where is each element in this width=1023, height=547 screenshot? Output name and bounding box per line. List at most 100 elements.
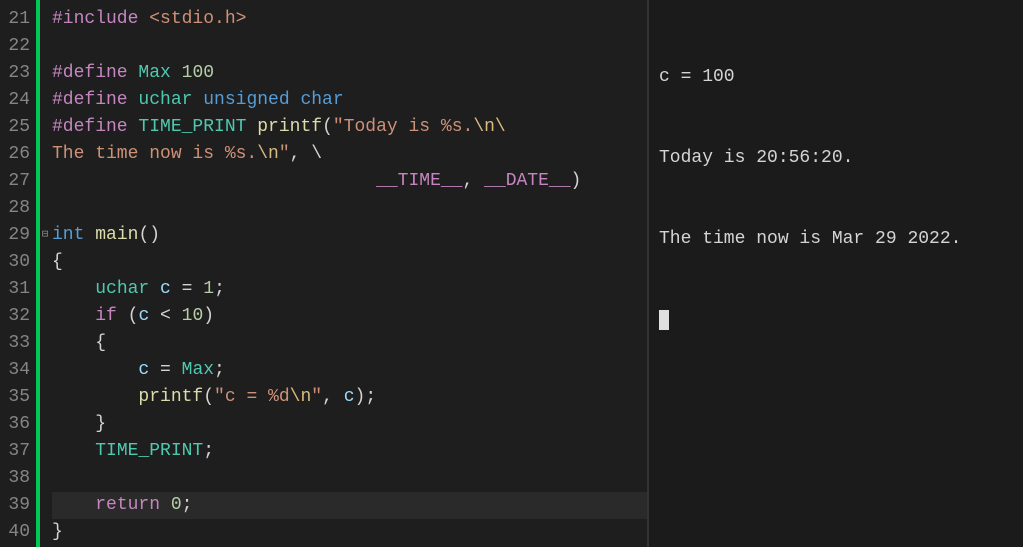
code-area[interactable]: #include <stdio.h> #define Max 100#defin…: [50, 0, 647, 547]
token-punc: ;: [203, 441, 214, 461]
token-var: c: [344, 387, 355, 407]
token-punc: [52, 360, 138, 380]
token-punc: }: [52, 414, 106, 434]
code-line[interactable]: }: [52, 411, 647, 438]
line-number: 31: [0, 276, 36, 303]
token-num: 10: [182, 306, 204, 326]
token-func: printf: [257, 117, 322, 137]
line-number: 34: [0, 357, 36, 384]
token-var: c: [138, 360, 149, 380]
token-esc: \n: [257, 144, 279, 164]
token-punc: [52, 171, 376, 191]
token-kw: if: [95, 306, 127, 326]
token-type: int: [52, 225, 95, 245]
token-punc: ,: [462, 171, 484, 191]
token-punc: (: [322, 117, 333, 137]
ide-window: 2122232425262728293031323334353637383940…: [0, 0, 1023, 547]
token-punc: );: [355, 387, 377, 407]
token-type: unsigned char: [203, 90, 343, 110]
token-punc: <: [149, 306, 181, 326]
token-punc: [52, 306, 95, 326]
token-num: 1: [203, 279, 214, 299]
token-macro: uchar: [138, 90, 203, 110]
token-var: c: [160, 279, 171, 299]
token-punc: }: [52, 522, 63, 542]
token-func: printf: [138, 387, 203, 407]
token-pp: #define: [52, 117, 138, 137]
line-number: 38: [0, 465, 36, 492]
token-inc: <stdio.h>: [149, 9, 246, 29]
code-line[interactable]: int main(): [52, 222, 647, 249]
token-punc: [52, 495, 95, 515]
output-line: c = 100: [659, 64, 1013, 91]
token-punc: (): [138, 225, 160, 245]
token-punc: ;: [182, 495, 193, 515]
line-number-gutter[interactable]: 2122232425262728293031323334353637383940: [0, 0, 36, 547]
line-number: 23: [0, 60, 36, 87]
code-line[interactable]: return 0;: [52, 492, 647, 519]
token-func: main: [95, 225, 138, 245]
fold-toggle-icon[interactable]: ⊟: [40, 230, 50, 240]
token-pp: #define: [52, 63, 138, 83]
token-str: "Today is %s.: [333, 117, 473, 137]
token-macro: TIME_PRINT: [95, 441, 203, 461]
code-line[interactable]: uchar c = 1;: [52, 276, 647, 303]
token-builtin: __TIME__: [376, 171, 462, 191]
fold-column[interactable]: ⊟: [40, 0, 50, 547]
token-punc: {: [52, 333, 106, 353]
line-number: 37: [0, 438, 36, 465]
token-esc: \n: [290, 387, 312, 407]
line-number: 26: [0, 141, 36, 168]
token-punc: ): [571, 171, 582, 191]
output-pane[interactable]: c = 100 Today is 20:56:20. The time now …: [649, 0, 1023, 547]
code-line[interactable]: {: [52, 330, 647, 357]
token-punc: [52, 279, 95, 299]
token-pp: #define: [52, 90, 138, 110]
line-number: 21: [0, 6, 36, 33]
code-line[interactable]: #include <stdio.h>: [52, 6, 647, 33]
token-var: c: [138, 306, 149, 326]
code-line[interactable]: c = Max;: [52, 357, 647, 384]
token-punc: [52, 441, 95, 461]
code-line[interactable]: [52, 465, 647, 492]
token-punc: \: [311, 144, 322, 164]
line-number: 39: [0, 492, 36, 519]
line-number: 29: [0, 222, 36, 249]
token-str: ": [311, 387, 322, 407]
token-macro: TIME_PRINT: [138, 117, 257, 137]
code-line[interactable]: if (c < 10): [52, 303, 647, 330]
token-num: 100: [182, 63, 214, 83]
code-line[interactable]: The time now is %s.\n", \: [52, 141, 647, 168]
token-pp: #include: [52, 9, 149, 29]
token-punc: ,: [322, 387, 344, 407]
code-line[interactable]: {: [52, 249, 647, 276]
token-macro: Max: [138, 63, 181, 83]
token-punc: ;: [214, 279, 225, 299]
code-line[interactable]: [52, 195, 647, 222]
line-number: 32: [0, 303, 36, 330]
code-line[interactable]: printf("c = %d\n", c);: [52, 384, 647, 411]
code-line[interactable]: #define TIME_PRINT printf("Today is %s.\…: [52, 114, 647, 141]
token-punc: ,: [290, 144, 312, 164]
code-line[interactable]: }: [52, 519, 647, 546]
code-line[interactable]: #define Max 100: [52, 60, 647, 87]
token-punc: (: [128, 306, 139, 326]
line-number: 28: [0, 195, 36, 222]
line-number: 35: [0, 384, 36, 411]
token-num: 0: [171, 495, 182, 515]
line-number: 36: [0, 411, 36, 438]
code-line[interactable]: #define uchar unsigned char: [52, 87, 647, 114]
token-punc: =: [171, 279, 203, 299]
line-number: 24: [0, 87, 36, 114]
token-str: The time now is %s.: [52, 144, 257, 164]
code-line[interactable]: TIME_PRINT;: [52, 438, 647, 465]
line-number: 25: [0, 114, 36, 141]
line-number: 33: [0, 330, 36, 357]
token-str: ": [279, 144, 290, 164]
terminal-cursor: [659, 307, 1013, 334]
code-line[interactable]: [52, 33, 647, 60]
token-kw: return: [95, 495, 171, 515]
output-line: Today is 20:56:20.: [659, 145, 1013, 172]
token-esc: \n\: [473, 117, 505, 137]
code-line[interactable]: __TIME__, __DATE__): [52, 168, 647, 195]
